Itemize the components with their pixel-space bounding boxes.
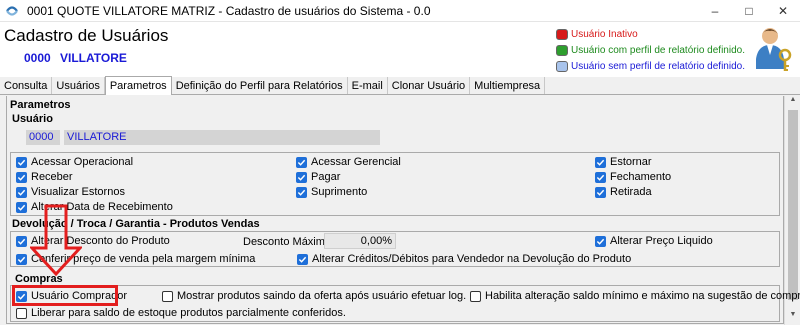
checkbox-liberar-saldo-estoque[interactable]: Liberar para saldo de estoque produtos p… (16, 307, 346, 319)
app-logo-icon (6, 5, 18, 16)
checkbox-label: Mostrar produtos saindo da oferta após u… (177, 290, 467, 302)
checkbox-unchecked-icon[interactable] (162, 290, 173, 302)
legend-without-profile: Usuário sem perfil de relatório definido… (556, 58, 745, 74)
checkbox-acessar-operacional[interactable]: Acessar Operacional (16, 156, 133, 168)
tab-multiempresa[interactable]: Multiempresa (470, 77, 546, 94)
minimize-button[interactable]: – (698, 0, 732, 22)
window-title: 0001 QUOTE VILLATORE MATRIZ - Cadastro d… (27, 3, 431, 18)
company-code: 0000 (24, 51, 51, 65)
tab-clonar-usuario[interactable]: Clonar Usuário (388, 77, 471, 94)
checkbox-checked-icon[interactable] (16, 253, 27, 265)
checkbox-suprimento[interactable]: Suprimento (296, 186, 367, 198)
company-name: VILLATORE (60, 51, 127, 65)
checkbox-label: Receber (31, 171, 73, 183)
tab-parametros[interactable]: Parametros (104, 76, 172, 95)
checkbox-label: Alterar Créditos/Débitos para Vendedor n… (312, 253, 632, 265)
usuario-section-title: Usuário (12, 113, 53, 125)
tab-usuarios[interactable]: Usuários (52, 77, 105, 94)
legend-with-profile: Usuário com perfil de relatório definido… (556, 42, 745, 58)
checkbox-checked-icon[interactable] (297, 253, 308, 265)
checkbox-unchecked-icon[interactable] (470, 290, 481, 302)
user-code-field: 0000 (26, 130, 60, 145)
annotation-highlight-box (12, 285, 118, 306)
parametros-section-title: Parametros (10, 99, 71, 111)
legend-without-profile-swatch (556, 60, 568, 72)
checkbox-checked-icon[interactable] (296, 171, 307, 183)
checkbox-habilita-alteracao-saldo[interactable]: Habilita alteração saldo mínimo e máximo… (470, 290, 800, 302)
checkbox-estornar[interactable]: Estornar (595, 156, 652, 168)
title-bar: 0001 QUOTE VILLATORE MATRIZ - Cadastro d… (0, 0, 800, 22)
status-legend: Usuário Inativo Usuário com perfil de re… (556, 26, 745, 74)
checkbox-unchecked-icon[interactable] (16, 307, 27, 319)
legend-inactive: Usuário Inativo (556, 26, 745, 42)
scroll-down-arrow-icon[interactable]: ▼ (785, 311, 800, 325)
checkbox-checked-icon[interactable] (16, 186, 27, 198)
scroll-thumb[interactable] (788, 110, 798, 300)
checkbox-label: Suprimento (311, 186, 368, 198)
tab-bar: Consulta Usuários Parametros Definição d… (0, 76, 800, 95)
checkbox-label: Acessar Operacional (31, 156, 134, 168)
scroll-up-arrow-icon[interactable]: ▲ (785, 96, 800, 110)
checkbox-label: Alterar Preço Liquido (610, 235, 713, 247)
checkbox-checked-icon[interactable] (296, 156, 307, 168)
legend-with-profile-swatch (556, 44, 568, 56)
checkbox-alterar-creditos-debitos[interactable]: Alterar Créditos/Débitos para Vendedor n… (297, 253, 631, 265)
checkbox-label: Visualizar Estornos (31, 186, 125, 198)
tab-definicao-perfil[interactable]: Definição do Perfil para Relatórios (172, 77, 348, 94)
checkbox-pagar[interactable]: Pagar (296, 171, 340, 183)
user-keys-icon (756, 28, 792, 71)
legend-inactive-label: Usuário Inativo (571, 28, 638, 40)
checkbox-label: Fechamento (610, 171, 672, 183)
checkbox-checked-icon[interactable] (595, 235, 606, 247)
legend-with-profile-label: Usuário com perfil de relatório definido… (571, 44, 745, 56)
desconto-maximo-input[interactable]: 0,00% (324, 233, 396, 249)
checkbox-label: Estornar (610, 156, 652, 168)
header: Cadastro de Usuários 0000 VILLATORE Usuá… (0, 22, 800, 77)
annotation-arrow-icon (30, 204, 82, 276)
legend-without-profile-label: Usuário sem perfil de relatório definido… (571, 60, 745, 72)
user-name-field: VILLATORE (64, 130, 380, 145)
checkbox-fechamento[interactable]: Fechamento (595, 171, 671, 183)
checkbox-checked-icon[interactable] (16, 201, 27, 213)
desconto-maximo-label: Desconto Máximo: (243, 236, 335, 248)
checkbox-acessar-gerencial[interactable]: Acessar Gerencial (296, 156, 401, 168)
checkbox-receber[interactable]: Receber (16, 171, 73, 183)
checkbox-alterar-preco-liquido[interactable]: Alterar Preço Liquido (595, 235, 713, 247)
page-title: Cadastro de Usuários (4, 26, 169, 45)
checkbox-mostrar-produtos-oferta[interactable]: Mostrar produtos saindo da oferta após u… (162, 290, 466, 302)
tab-email[interactable]: E-mail (348, 77, 388, 94)
checkbox-checked-icon[interactable] (595, 171, 606, 183)
checkbox-label: Habilita alteração saldo mínimo e máximo… (485, 290, 800, 302)
checkbox-checked-icon[interactable] (16, 235, 27, 247)
checkbox-retirada[interactable]: Retirada (595, 186, 652, 198)
checkbox-label: Acessar Gerencial (311, 156, 401, 168)
close-button[interactable]: ✕ (766, 0, 800, 22)
checkbox-checked-icon[interactable] (595, 156, 606, 168)
legend-inactive-swatch (556, 28, 568, 40)
checkbox-label: Retirada (610, 186, 652, 198)
checkbox-checked-icon[interactable] (16, 171, 27, 183)
checkbox-visualizar-estornos[interactable]: Visualizar Estornos (16, 186, 125, 198)
checkbox-checked-icon[interactable] (296, 186, 307, 198)
checkbox-checked-icon[interactable] (16, 156, 27, 168)
maximize-button[interactable]: □ (732, 0, 766, 22)
checkbox-label: Pagar (311, 171, 341, 183)
checkbox-checked-icon[interactable] (595, 186, 606, 198)
tab-consulta[interactable]: Consulta (0, 77, 53, 94)
checkbox-label: Liberar para saldo de estoque produtos p… (31, 307, 346, 319)
